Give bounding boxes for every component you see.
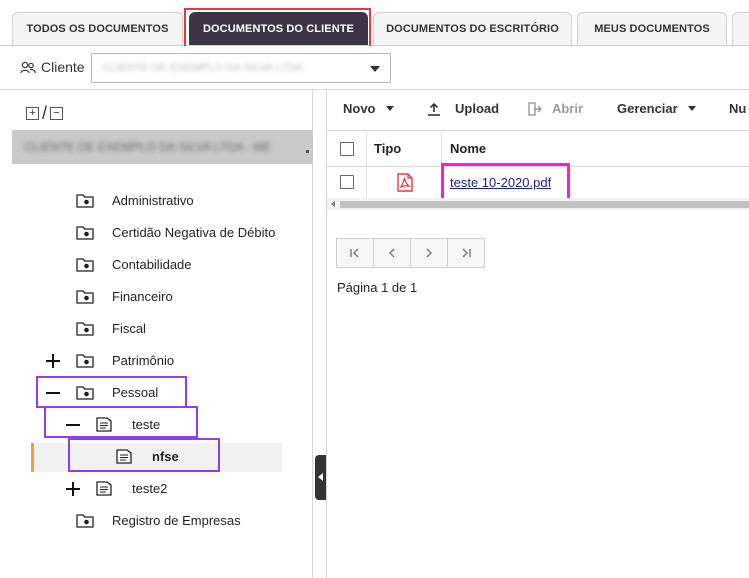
shared-folder-icon [76, 353, 94, 368]
chevron-down-icon [687, 106, 696, 111]
manage-label: Gerenciar [617, 101, 678, 116]
tab-overflow[interactable] [732, 12, 749, 45]
pdf-icon [397, 173, 413, 192]
panel-collapse-handle[interactable] [315, 455, 326, 500]
column-type[interactable]: Tipo [374, 141, 401, 156]
tree-item-label: Administrativo [112, 193, 194, 208]
grid-header: Tipo Nome [327, 131, 749, 167]
folder-fiscal[interactable]: Fiscal [12, 316, 312, 342]
first-page-icon [350, 248, 359, 258]
folder-administrativo[interactable]: Administrativo [12, 188, 312, 214]
client-select-value: CLIENTE DE EXEMPLO DA SILVA LTDA [102, 62, 304, 74]
tree-item-label: Contabilidade [112, 257, 192, 272]
file-highlight [441, 163, 570, 203]
chevron-left-icon [388, 248, 395, 258]
open-button[interactable]: Abrir [528, 101, 583, 116]
select-all-checkbox[interactable] [340, 142, 354, 156]
tree-item-label: Certidão Negativa de Débito [112, 225, 276, 240]
client-root-node[interactable]: CLIENTE DE EXEMPLO DA SILVA LTDA - ME [12, 130, 313, 164]
open-file-icon [528, 101, 542, 116]
more-button[interactable]: Nu [729, 101, 746, 116]
document-tabs: TODOS OS DOCUMENTOS DOCUMENTOS DO CLIENT… [0, 0, 749, 46]
folder-financeiro[interactable]: Financeiro [12, 284, 312, 310]
scroll-left-icon[interactable] [331, 201, 335, 207]
folder-patrimonio[interactable]: Patrimônio [12, 348, 312, 374]
row-checkbox[interactable] [340, 175, 354, 189]
shared-folder-icon [76, 257, 94, 272]
manage-button[interactable]: Gerenciar [617, 101, 696, 116]
client-select[interactable]: CLIENTE DE EXEMPLO DA SILVA LTDA [91, 53, 391, 83]
tab-my-documents[interactable]: MEUS DOCUMENTOS [577, 12, 727, 45]
upload-icon [428, 102, 440, 116]
folder-registro-empresas[interactable]: Registro de Empresas [12, 508, 312, 534]
tab-office-documents[interactable]: DOCUMENTOS DO ESCRITÓRIO [373, 12, 572, 45]
users-icon [20, 61, 36, 73]
tree-item-label: Registro de Empresas [112, 513, 241, 528]
highlight-pessoal [36, 376, 187, 408]
chevron-down-icon [370, 66, 380, 72]
tree-item-label: Patrimônio [112, 353, 175, 368]
expand-collapse-controls: + / − [26, 103, 64, 124]
document-panel: Novo Upload Abrir Gerenciar Nu Tipo Nome… [327, 90, 749, 578]
chevron-right-icon [426, 248, 433, 258]
new-button[interactable]: Novo [343, 101, 394, 116]
more-label: Nu [729, 101, 747, 116]
horizontal-scrollbar[interactable] [327, 198, 749, 210]
shared-folder-icon [76, 193, 94, 208]
tree-item-label: Financeiro [112, 289, 173, 304]
folder-teste2[interactable]: teste2 [12, 476, 312, 502]
tree-item-label: teste2 [132, 481, 168, 496]
expand-icon[interactable] [46, 354, 60, 368]
client-label-text: Cliente [41, 59, 85, 75]
document-toolbar: Novo Upload Abrir Gerenciar Nu [327, 90, 749, 130]
collapse-all-button[interactable]: − [50, 107, 64, 120]
expand-icon[interactable] [66, 482, 80, 496]
expand-all-button[interactable]: + [26, 107, 39, 120]
new-label: Novo [343, 101, 376, 116]
shared-folder-icon [76, 321, 94, 336]
tab-all-documents[interactable]: TODOS OS DOCUMENTOS [12, 12, 183, 45]
folder-tree-panel: + / − CLIENTE DE EXEMPLO DA SILVA LTDA -… [12, 90, 313, 578]
tree-item-label: Fiscal [112, 321, 146, 336]
highlight-nfse [68, 438, 220, 472]
active-tab-highlight [184, 8, 371, 51]
page-info: Página 1 de 1 [337, 280, 418, 295]
folder-certidao[interactable]: Certidão Negativa de Débito [12, 220, 312, 246]
client-root-label: CLIENTE DE EXEMPLO DA SILVA LTDA - ME [24, 140, 272, 154]
shared-folder-icon [76, 289, 94, 304]
folder-contabilidade[interactable]: Contabilidade [12, 252, 312, 278]
ellipsis-dot [306, 150, 309, 153]
shared-folder-icon [76, 513, 94, 528]
highlight-teste [44, 406, 198, 438]
column-name[interactable]: Nome [450, 141, 486, 156]
expand-separator: / [42, 103, 48, 123]
shared-folder-icon [76, 225, 94, 240]
first-page-button[interactable] [336, 238, 374, 268]
scrollbar-thumb[interactable] [340, 201, 749, 208]
last-page-button[interactable] [447, 238, 485, 268]
open-label: Abrir [552, 101, 584, 116]
upload-button[interactable]: Upload [427, 101, 499, 116]
chevron-down-icon [385, 106, 394, 111]
document-folder-icon [96, 481, 112, 496]
client-label: Cliente [20, 59, 85, 75]
upload-label: Upload [455, 101, 500, 116]
last-page-icon [462, 248, 471, 258]
prev-page-button[interactable] [373, 238, 411, 268]
next-page-button[interactable] [410, 238, 448, 268]
client-selector-row: Cliente CLIENTE DE EXEMPLO DA SILVA LTDA [0, 46, 749, 90]
pagination [336, 238, 485, 268]
